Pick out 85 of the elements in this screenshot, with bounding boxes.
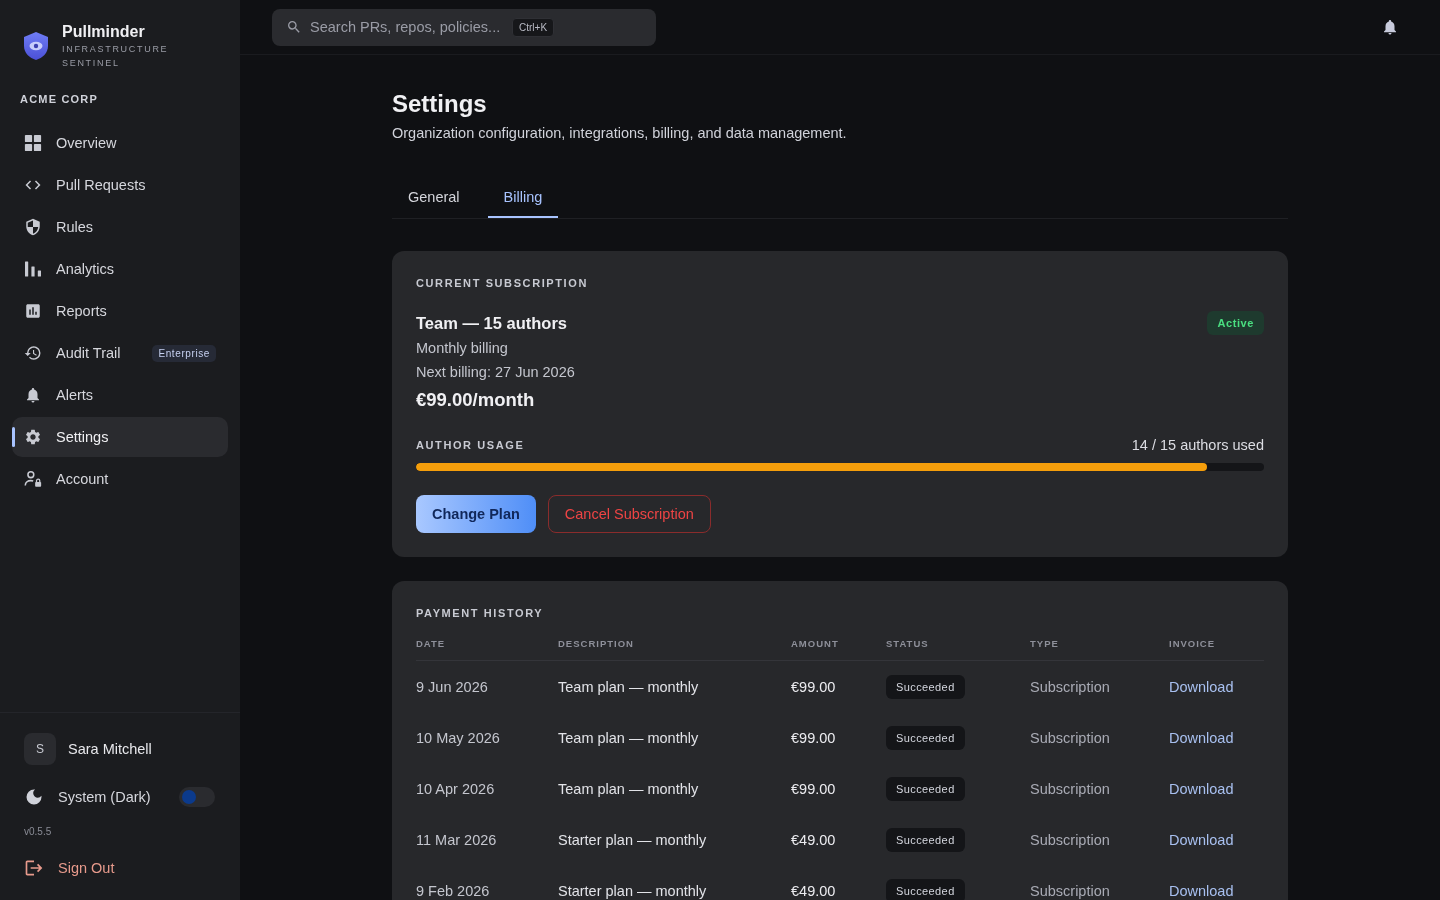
column-header: DESCRIPTION bbox=[558, 637, 634, 651]
download-link[interactable]: Download bbox=[1169, 882, 1234, 899]
status-badge: Succeeded bbox=[886, 827, 965, 852]
section-heading: PAYMENT HISTORY bbox=[416, 606, 544, 621]
nav-item[interactable]: Alerts bbox=[12, 375, 228, 415]
tier-badge: Enterprise bbox=[152, 344, 216, 362]
table-cell: Subscription bbox=[1030, 780, 1110, 797]
status-badge: Succeeded bbox=[886, 725, 965, 750]
settings-icon bbox=[24, 428, 42, 446]
nav-item[interactable]: Overview bbox=[12, 123, 228, 163]
status-badge: Succeeded bbox=[886, 674, 965, 699]
brand-name: Pullminder bbox=[62, 22, 145, 42]
table-cell: 9 Jun 2026 bbox=[416, 678, 488, 695]
search-field[interactable]: Search PRs, repos, policies... bbox=[310, 19, 504, 35]
user-name: Sara Mitchell bbox=[68, 741, 152, 757]
bar-chart-icon bbox=[24, 260, 42, 278]
nav-item[interactable]: Settings bbox=[12, 417, 228, 457]
table-cell: €99.00 bbox=[791, 729, 836, 746]
table-cell: 11 Mar 2026 bbox=[416, 831, 497, 848]
moon-icon bbox=[24, 787, 44, 807]
page-title: Settings bbox=[392, 89, 487, 119]
table-cell: 10 May 2026 bbox=[416, 729, 500, 746]
shortcut-hint: Ctrl+K bbox=[512, 17, 555, 37]
status-badge: Active bbox=[1207, 311, 1264, 335]
table-cell: Subscription bbox=[1030, 729, 1110, 746]
column-header: DATE bbox=[416, 637, 446, 651]
table-cell: Team plan — monthly bbox=[558, 780, 699, 797]
sign-out-button[interactable]: Sign Out bbox=[12, 850, 127, 886]
status-badge: Succeeded bbox=[886, 776, 965, 801]
table-cell: €99.00 bbox=[791, 780, 836, 797]
table-cell: Subscription bbox=[1030, 831, 1110, 848]
status-badge: Succeeded bbox=[886, 878, 965, 900]
column-header: AMOUNT bbox=[791, 637, 839, 651]
brand-tagline: INFRASTRUCTURE SENTINEL bbox=[62, 43, 170, 70]
plan-name: Team — 15 authors bbox=[416, 313, 567, 333]
person-lock-icon bbox=[24, 470, 42, 488]
search-icon bbox=[286, 19, 302, 35]
table-cell: Starter plan — monthly bbox=[558, 882, 707, 899]
bell-icon bbox=[24, 386, 42, 404]
table-cell: Team plan — monthly bbox=[558, 678, 699, 695]
history-icon bbox=[24, 344, 42, 362]
table-cell: Subscription bbox=[1030, 882, 1110, 899]
nav-item[interactable]: Pull Requests bbox=[12, 165, 228, 205]
table-cell: Starter plan — monthly bbox=[558, 831, 707, 848]
column-header: INVOICE bbox=[1169, 637, 1216, 651]
usage-label: AUTHOR USAGE bbox=[416, 438, 525, 453]
change-plan-button[interactable]: Change Plan bbox=[416, 495, 536, 533]
shield-eye-logo bbox=[22, 31, 50, 61]
cancel-subscription-button[interactable]: Cancel Subscription bbox=[547, 495, 711, 533]
column-header: STATUS bbox=[886, 637, 929, 651]
download-link[interactable]: Download bbox=[1169, 729, 1234, 746]
shield-icon bbox=[24, 218, 42, 236]
theme-toggle[interactable] bbox=[179, 787, 215, 807]
billing-cycle: Monthly billing bbox=[416, 339, 508, 358]
plan-price: €99.00/month bbox=[416, 388, 535, 412]
report-chart-icon bbox=[24, 302, 42, 320]
tab[interactable]: General bbox=[392, 177, 476, 218]
version-label: v0.5.5 bbox=[24, 826, 52, 838]
nav-item[interactable]: Analytics bbox=[12, 249, 228, 289]
table-cell: €49.00 bbox=[791, 831, 836, 848]
table-cell: €49.00 bbox=[791, 882, 836, 899]
table-cell: €99.00 bbox=[791, 678, 836, 695]
usage-reading: 14 / 15 authors used bbox=[1131, 436, 1264, 455]
bell-icon bbox=[1381, 18, 1399, 36]
download-link[interactable]: Download bbox=[1169, 831, 1234, 848]
organization-name: ACME CORP bbox=[20, 92, 99, 106]
table-cell: 10 Apr 2026 bbox=[416, 780, 495, 797]
nav-item[interactable]: Reports bbox=[12, 291, 228, 331]
grid-icon bbox=[24, 134, 42, 152]
table-cell: 9 Feb 2026 bbox=[416, 882, 490, 899]
tab[interactable]: Billing bbox=[487, 177, 559, 218]
next-billing-date: Next billing: 27 Jun 2026 bbox=[416, 363, 575, 382]
nav-item[interactable]: Rules bbox=[12, 207, 228, 247]
nav-item[interactable]: Audit Trail Enterprise bbox=[12, 333, 228, 373]
page-subtitle: Organization configuration, integrations, billing, and data management. bbox=[392, 124, 847, 143]
table-cell: Team plan — monthly bbox=[558, 729, 699, 746]
table-cell: Subscription bbox=[1030, 678, 1110, 695]
nav-item[interactable]: Account bbox=[12, 459, 228, 499]
user-avatar: S bbox=[24, 733, 56, 765]
column-header: TYPE bbox=[1030, 637, 1059, 651]
exit-arrow-icon bbox=[24, 858, 44, 878]
download-link[interactable]: Download bbox=[1169, 678, 1234, 695]
theme-label: System (Dark) bbox=[58, 789, 151, 805]
section-heading: CURRENT SUBSCRIPTION bbox=[416, 276, 588, 291]
download-link[interactable]: Download bbox=[1169, 780, 1234, 797]
